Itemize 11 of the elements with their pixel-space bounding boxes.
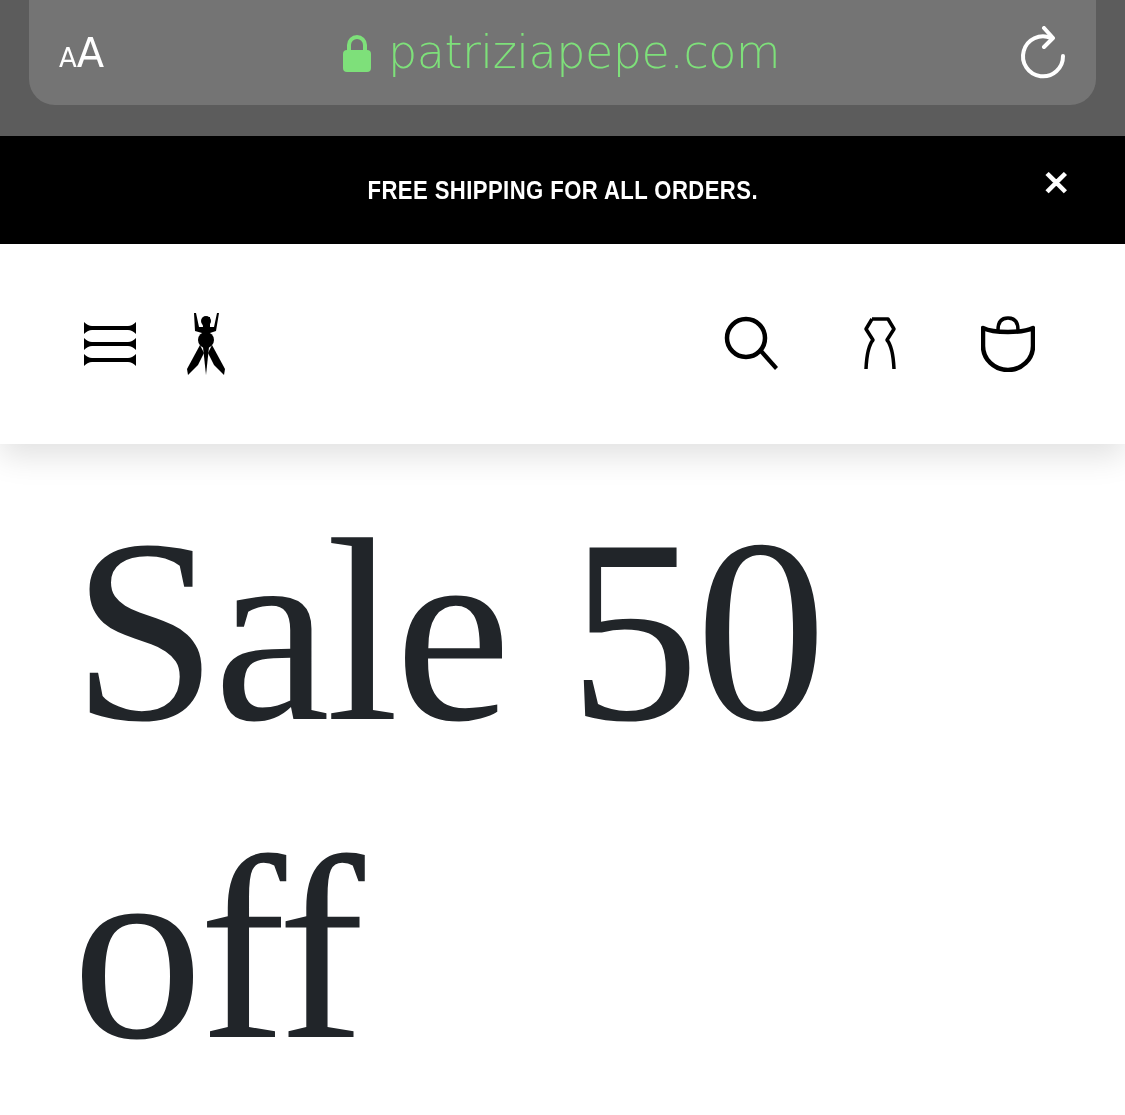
close-button[interactable]: ✕ bbox=[1042, 166, 1070, 200]
bag-icon[interactable] bbox=[981, 316, 1035, 372]
logo-icon[interactable] bbox=[186, 313, 226, 375]
url-text[interactable]: patriziapepe.com bbox=[388, 18, 781, 87]
reload-button[interactable] bbox=[1018, 25, 1068, 80]
menu-icon[interactable] bbox=[82, 320, 138, 368]
sale-heading: Sale 50 off bbox=[71, 485, 824, 1096]
account-icon[interactable] bbox=[861, 317, 899, 371]
search-icon[interactable] bbox=[723, 315, 779, 373]
shipping-banner-text: FREE SHIPPING FOR ALL ORDERS. bbox=[367, 173, 758, 207]
reader-button[interactable]: AA bbox=[59, 32, 105, 73]
